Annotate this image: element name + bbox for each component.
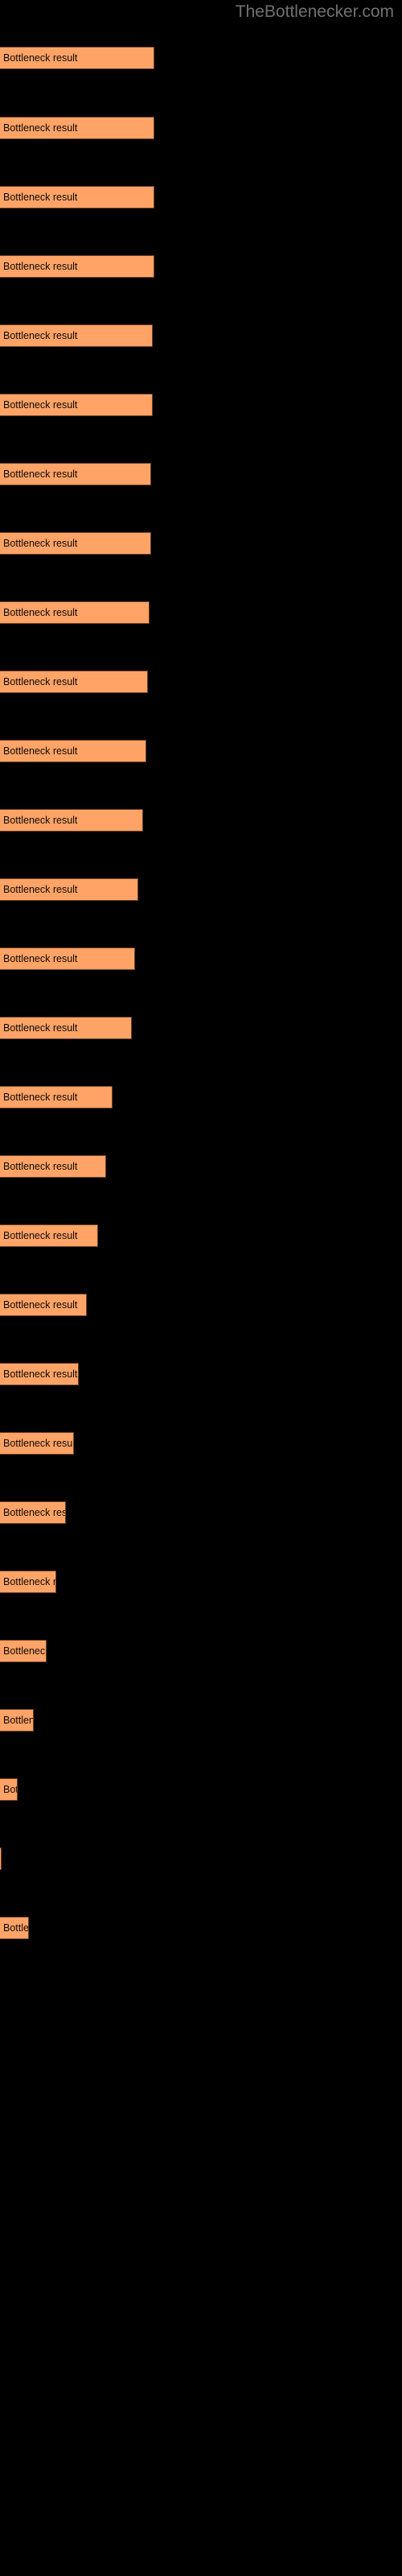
bar: Bottleneck result [0, 47, 154, 69]
bar-label: Bottleneck result [3, 1645, 47, 1657]
bar-label: Bottleneck result [3, 745, 78, 757]
bar-label: Bottleneck result [3, 122, 78, 134]
bar-label: Bottleneck result [3, 330, 78, 341]
bar: Bottleneck result [0, 186, 154, 208]
bar-label: Bottleneck result [3, 607, 78, 618]
bar-label: Bottleneck result [3, 538, 78, 549]
bar-label: Bottleneck result [3, 399, 78, 411]
bar-label: Bottleneck result [3, 1230, 78, 1241]
bar-label: Bottleneck result [3, 1022, 78, 1034]
bar: Bottleneck result [0, 1778, 18, 1801]
bar-label: Bottleneck result [3, 1922, 29, 1934]
bar: Bottleneck result [0, 1017, 132, 1039]
bar-label: Bottleneck result [3, 1576, 56, 1587]
bar: Bottleneck result [0, 1847, 2, 1870]
bar: Bottleneck result [0, 1224, 98, 1247]
bar-label: Bottleneck result [3, 1368, 78, 1380]
bar-label: Bottleneck result [3, 1161, 78, 1172]
bar-series: Bottleneck result Bottleneck result Bottle… [0, 0, 402, 2576]
bar-label: Bottleneck result [3, 1507, 66, 1518]
bar: Bottleneck result [0, 1432, 74, 1455]
bar: Bottleneck result [0, 1086, 113, 1108]
bar-label: Bottleneck result [3, 1438, 74, 1449]
bar: Bottleneck result [0, 117, 154, 139]
bar: Bottleneck result [0, 809, 143, 832]
bar-label: Bottleneck result [3, 1784, 17, 1795]
bar: Bottleneck result [0, 532, 151, 555]
bar: Bottleneck result [0, 394, 153, 416]
bar: Bottleneck result [0, 671, 148, 693]
bar-label: Bottleneck result [3, 52, 78, 64]
bar: Bottleneck result [0, 740, 146, 762]
bar-label: Bottleneck result [3, 1092, 78, 1103]
bar: Bottleneck result [0, 947, 135, 970]
bar: Bottleneck result [0, 1155, 106, 1178]
bar: Bottleneck result [0, 878, 138, 901]
bar: Bottleneck result [0, 1640, 47, 1662]
bar-label: Bottleneck result [3, 261, 78, 272]
bar-label: Bottleneck result [3, 815, 78, 826]
bar: Bottleneck result [0, 601, 150, 624]
bar: Bottleneck result [0, 1917, 29, 1939]
bar-label: Bottleneck result [3, 953, 78, 964]
bar: Bottleneck result [0, 324, 153, 347]
bar: Bottleneck result [0, 1709, 34, 1732]
bar: Bottleneck result [0, 1501, 66, 1524]
bar: Bottleneck result [0, 463, 151, 485]
bar: Bottleneck result [0, 1363, 79, 1385]
bar: Bottleneck result [0, 255, 154, 278]
bar: Bottleneck result [0, 1294, 87, 1316]
bottleneck-chart: TheBottlenecker.com Bottleneck result Bot… [0, 0, 402, 2576]
bar-label: Bottleneck result [3, 884, 78, 895]
bar-label: Bottleneck result [3, 469, 78, 480]
bar: Bottleneck result [0, 1571, 56, 1593]
bar-label: Bottleneck result [3, 192, 78, 203]
bar-label: Bottleneck result [3, 1715, 34, 1726]
bar-label: Bottleneck result [3, 1299, 78, 1311]
bar-label: Bottleneck result [3, 676, 78, 687]
